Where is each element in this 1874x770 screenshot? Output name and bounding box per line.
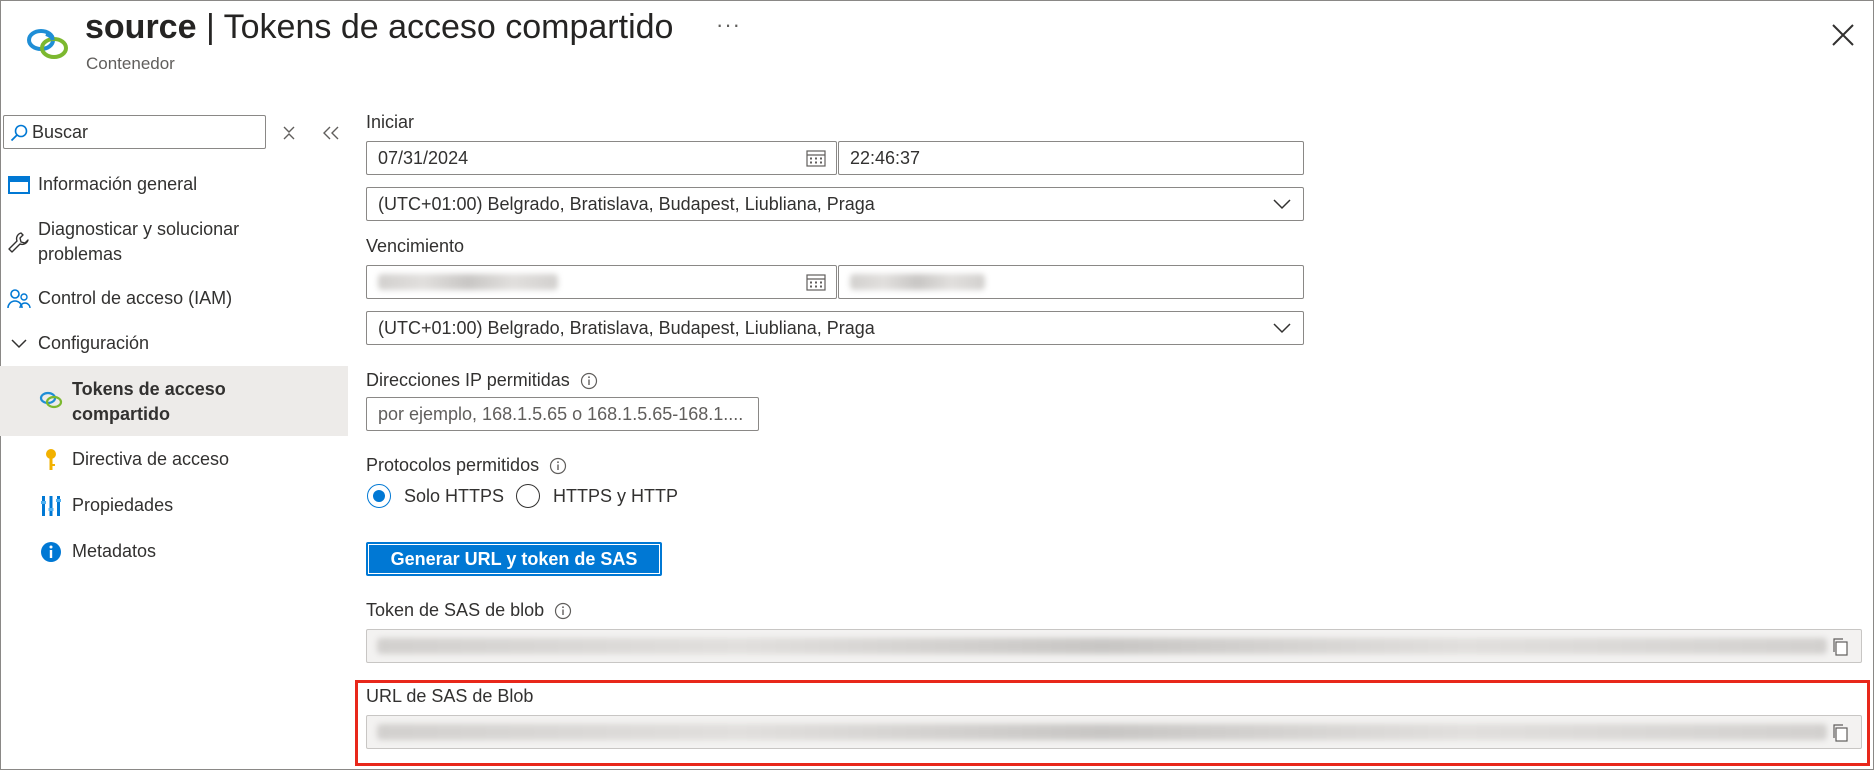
start-timezone-select[interactable]: (UTC+01:00) Belgrado, Bratislava, Budape… — [366, 187, 1304, 221]
blob-sas-url-field[interactable] — [366, 715, 1862, 749]
key-icon — [30, 447, 72, 472]
sidebar-item-properties[interactable]: Propiedades — [0, 493, 348, 518]
generate-sas-button[interactable]: Generar URL y token de SAS — [366, 542, 662, 576]
expiry-label: Vencimiento — [366, 236, 465, 256]
calendar-icon[interactable] — [806, 149, 826, 167]
search-icon — [10, 124, 28, 142]
shared-access-token-icon — [27, 29, 68, 59]
sidebar-item-overview[interactable]: Información general — [0, 172, 348, 197]
properties-icon — [30, 493, 72, 518]
redacted-expiry-date — [378, 274, 558, 290]
info-icon[interactable] — [580, 372, 598, 390]
chevron-down-icon — [0, 331, 38, 356]
sidebar-item-metadata[interactable]: Metadatos — [0, 539, 348, 564]
radio-selected-icon — [367, 484, 391, 508]
chevron-down-icon — [1273, 199, 1291, 210]
allowed-ips-label: Direcciones IP permitidas — [366, 370, 598, 391]
shared-access-token-icon — [30, 387, 72, 412]
more-options-button[interactable]: ··· — [716, 12, 741, 38]
wrench-icon — [0, 217, 38, 267]
expiry-timezone-value: (UTC+01:00) Belgrado, Bratislava, Budape… — [378, 317, 875, 338]
start-timezone-value: (UTC+01:00) Belgrado, Bratislava, Budape… — [378, 193, 875, 214]
copy-icon[interactable] — [1831, 637, 1849, 657]
calendar-icon[interactable] — [806, 273, 826, 291]
page-subtitle: Contenedor — [86, 54, 175, 73]
sidebar-search-input[interactable] — [32, 120, 257, 144]
collapse-sidebar-icon[interactable] — [319, 121, 343, 145]
sidebar-item-label: Diagnosticar y solucionar problemas — [38, 219, 240, 264]
sidebar-search-box[interactable] — [3, 115, 266, 149]
redacted-sas-token — [377, 638, 1827, 654]
allowed-ips-input[interactable]: por ejemplo, 168.1.5.65 o 168.1.5.65-168… — [366, 397, 759, 431]
allowed-ips-placeholder: por ejemplo, 168.1.5.65 o 168.1.5.65-168… — [378, 403, 744, 424]
collapse-groups-icon[interactable] — [277, 121, 301, 145]
protocols-label: Protocolos permitidos — [366, 455, 567, 476]
start-date-input[interactable]: 07/31/2024 — [366, 141, 837, 175]
expiry-timezone-select[interactable]: (UTC+01:00) Belgrado, Bratislava, Budape… — [366, 311, 1304, 345]
chevron-down-icon — [1273, 323, 1291, 334]
start-label: Iniciar — [366, 112, 415, 132]
redacted-expiry-time — [850, 274, 985, 290]
sidebar-item-label: Control de acceso (IAM) — [38, 288, 233, 308]
expiry-time-input[interactable] — [838, 265, 1304, 299]
blob-sas-url-label: URL de SAS de Blob — [366, 686, 534, 706]
radio-https-and-http[interactable]: HTTPS y HTTP — [516, 484, 678, 508]
info-icon[interactable] — [549, 457, 567, 475]
sidebar-item-label: Configuración — [38, 333, 150, 353]
sidebar-item-diagnose[interactable]: Diagnosticar y solucionar problemas — [0, 217, 348, 267]
close-icon[interactable] — [1830, 22, 1856, 48]
radio-unselected-icon — [516, 484, 540, 508]
info-icon[interactable] — [554, 602, 572, 620]
blob-sas-token-label: Token de SAS de blob — [366, 600, 572, 621]
copy-icon[interactable] — [1831, 723, 1849, 743]
sidebar-group-configuration[interactable]: Configuración — [0, 331, 348, 356]
sidebar-item-label: Metadatos — [72, 541, 157, 561]
sidebar-item-label: Información general — [38, 174, 198, 194]
expiry-date-input[interactable] — [366, 265, 837, 299]
start-date-value: 07/31/2024 — [378, 147, 469, 168]
redacted-sas-url — [377, 724, 1827, 740]
page-title: source | Tokens de acceso compartido — [85, 8, 674, 46]
radio-https-only[interactable]: Solo HTTPS — [367, 484, 504, 508]
start-time-input[interactable]: 22:46:37 — [838, 141, 1304, 175]
blob-sas-token-field[interactable] — [366, 629, 1862, 663]
sidebar-item-label: Tokens de acceso compartido — [72, 379, 226, 424]
sidebar-item-label: Directiva de acceso — [72, 449, 230, 469]
sidebar-item-iam[interactable]: Control de acceso (IAM) — [0, 286, 348, 311]
sidebar-item-label: Propiedades — [72, 495, 174, 515]
start-time-value: 22:46:37 — [850, 147, 921, 168]
people-icon — [0, 286, 38, 311]
sidebar-item-shared-access-tokens[interactable]: Tokens de acceso compartido — [0, 366, 348, 436]
overview-icon — [0, 172, 38, 197]
info-icon — [30, 539, 72, 564]
sidebar-item-access-policy[interactable]: Directiva de acceso — [0, 447, 348, 472]
